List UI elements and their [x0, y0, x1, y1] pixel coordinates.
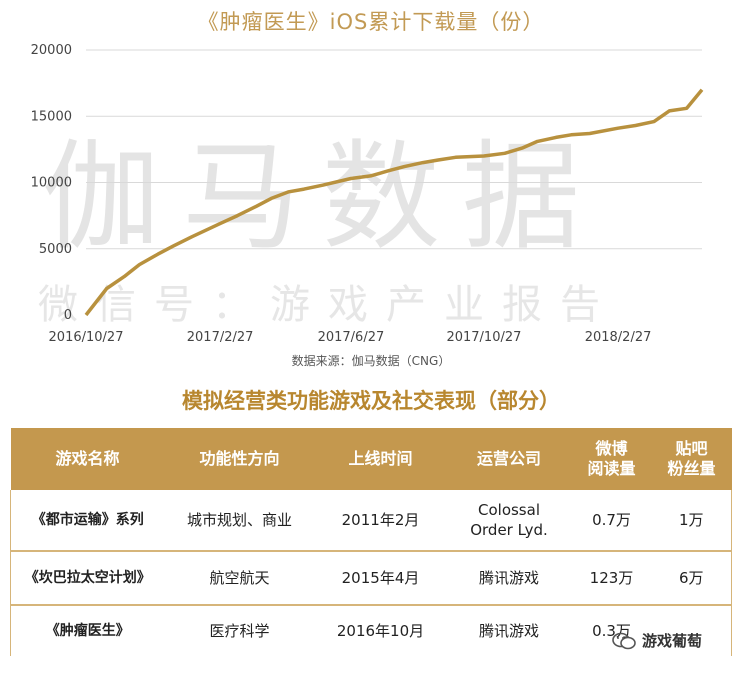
watermark-sub: 微信号：游戏产业报告	[38, 282, 618, 328]
table-header-row: 游戏名称 功能性方向 上线时间 运营公司 微博 阅读量 贴吧 粉丝量	[10, 428, 732, 490]
header-function: 功能性方向	[164, 428, 315, 490]
cell-game-name: 《肿瘤医生》	[45, 623, 130, 639]
cell-launch-date: 2016年10月	[336, 622, 425, 640]
y-tick-label: 15000	[31, 109, 72, 124]
cell-operator: Colossal Order Lyd.	[446, 490, 572, 552]
x-tick-label: 2017/2/27	[187, 330, 254, 345]
header-tieba-fans: 贴吧 粉丝量	[651, 428, 732, 490]
y-tick-label: 0	[64, 308, 72, 323]
cell-launch-date: 2015年4月	[314, 551, 447, 606]
cell-function: 医疗科学	[209, 622, 270, 640]
cell-game-name: 《都市运输》系列	[10, 490, 165, 552]
wechat-badge: 游戏葡萄	[612, 630, 702, 651]
y-tick-label: 20000	[31, 43, 72, 58]
line-chart: 伽马数据 微信号：游戏产业报告 05000100001500020000 201…	[31, 43, 704, 345]
y-axis: 0 5000 10000 15000 20000	[31, 43, 72, 323]
header-operator: 运营公司	[446, 428, 572, 490]
table-row: 《坎巴拉太空计划》 航空航天 2015年4月 腾讯游戏 123万 6万	[10, 551, 732, 606]
wechat-label: 游戏葡萄	[642, 632, 703, 650]
cell-launch-date: 2011年2月	[314, 490, 447, 552]
cell-weibo-reads: 0.7万	[571, 490, 652, 552]
y-tick-label: 10000	[31, 176, 72, 191]
y-tick-label: 5000	[39, 242, 72, 257]
games-table: 游戏名称 功能性方向 上线时间 运营公司 微博 阅读量 贴吧 粉丝量 《都市运输》系…	[10, 428, 732, 656]
cell-tieba-fans: 1万	[651, 490, 732, 552]
cell-operator: 腾讯游戏	[446, 551, 572, 606]
header-launch-date: 上线时间	[314, 428, 447, 490]
wechat-icon	[612, 632, 636, 649]
table-title: 模拟经营类功能游戏及社交表现（部分）	[182, 389, 560, 413]
cell-weibo-reads: 123万	[571, 551, 652, 606]
cell-tieba-fans: 6万	[651, 551, 732, 606]
header-game-name: 游戏名称	[10, 428, 165, 490]
header-weibo-reads: 微博 阅读量	[571, 428, 652, 490]
cell-game-name: 《坎巴拉太空计划》	[10, 551, 165, 606]
cell-function: 城市规划、商业	[164, 490, 315, 552]
x-axis: 2016/10/27 2017/2/27 2017/6/27 2017/10/27 20…	[49, 330, 652, 345]
cell-function: 航空航天	[164, 551, 315, 606]
table-row: 《都市运输》系列 城市规划、商业 2011年2月 Colossal Order L…	[10, 490, 732, 552]
x-tick-label: 2017/10/27	[446, 330, 521, 345]
cell-operator: 腾讯游戏	[478, 622, 539, 640]
x-tick-label: 2016/10/27	[49, 330, 124, 345]
x-tick-label: 2017/6/27	[318, 330, 385, 345]
x-tick-label: 2018/2/27	[585, 330, 652, 345]
data-source: 数据来源：伽马数据（CNG）	[291, 354, 451, 368]
